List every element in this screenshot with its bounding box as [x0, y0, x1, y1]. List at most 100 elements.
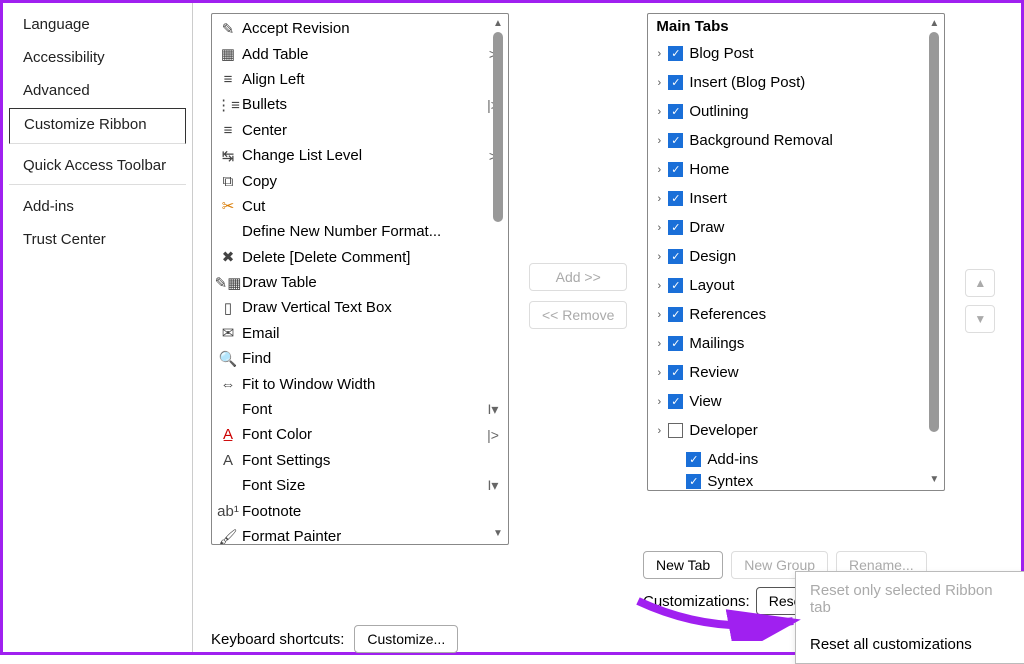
command-item[interactable]: ▦Add Table> — [212, 41, 508, 66]
checkbox[interactable]: ✓ — [668, 307, 683, 322]
vertical-textbox-icon: ▯ — [218, 298, 238, 318]
new-tab-button[interactable]: New Tab — [643, 551, 723, 579]
tab-node-blog-post[interactable]: ›✓ Blog Post — [648, 39, 944, 68]
command-item[interactable]: ✂Cut — [212, 194, 508, 219]
command-item[interactable]: ≡Align Left — [212, 67, 508, 92]
checkbox[interactable]: ✓ — [686, 452, 701, 467]
expander-icon[interactable]: › — [652, 48, 666, 60]
scroll-up-icon[interactable]: ▲ — [492, 18, 504, 30]
checkbox[interactable]: ✓ — [668, 104, 683, 119]
draw-table-icon: ✎▦ — [218, 273, 238, 293]
customize-shortcuts-button[interactable]: Customize... — [354, 625, 458, 653]
checkbox[interactable]: ✓ — [686, 474, 701, 489]
expander-icon[interactable]: › — [652, 367, 666, 379]
tab-node-references[interactable]: ›✓References — [648, 300, 944, 329]
remove-button[interactable]: << Remove — [529, 301, 627, 329]
checkbox[interactable]: ✓ — [668, 278, 683, 293]
commands-scrollbar[interactable]: ▲ ▼ — [492, 18, 504, 540]
sidebar-item-customize-ribbon[interactable]: Customize Ribbon — [9, 108, 186, 144]
command-item[interactable]: ✉Email — [212, 321, 508, 346]
tab-node-home[interactable]: ›✓Home — [648, 155, 944, 184]
tab-node-insert-blog-post-[interactable]: ›✓Insert (Blog Post) — [648, 68, 944, 97]
expander-icon[interactable]: › — [652, 309, 666, 321]
scroll-thumb[interactable] — [493, 32, 503, 222]
tab-node-outlining[interactable]: ›✓Outlining — [648, 97, 944, 126]
checkbox[interactable]: ✓ — [668, 249, 683, 264]
expander-icon[interactable]: › — [652, 280, 666, 292]
expander-icon[interactable]: › — [652, 164, 666, 176]
scroll-up-icon[interactable]: ▲ — [928, 18, 940, 30]
tab-node-mailings[interactable]: ›✓Mailings — [648, 329, 944, 358]
command-item[interactable]: 🔍Find — [212, 346, 508, 371]
command-item[interactable]: ⧉Copy — [212, 168, 508, 193]
command-item[interactable]: ab¹Footnote — [212, 498, 508, 523]
tab-node-syntex[interactable]: ✓Syntex — [648, 474, 944, 488]
tab-node-add-ins[interactable]: ✓Add-ins — [648, 445, 944, 474]
tab-label: Background Removal — [689, 132, 832, 149]
command-item[interactable]: ✖Delete [Delete Comment] — [212, 245, 508, 270]
command-item[interactable]: ≡Center — [212, 118, 508, 143]
move-up-button[interactable]: ▲ — [965, 269, 995, 297]
expander-icon[interactable]: › — [652, 425, 666, 437]
tab-node-layout[interactable]: ›✓Layout — [648, 271, 944, 300]
tab-node-review[interactable]: ›✓Review — [648, 358, 944, 387]
commands-listbox[interactable]: ✎Accept Revision▦Add Table>≡Align Left⋮≡… — [211, 13, 509, 545]
checkbox[interactable]: ✓ — [668, 394, 683, 409]
command-item[interactable]: ↹Change List Level> — [212, 143, 508, 168]
tab-label: Blog Post — [689, 45, 753, 62]
expander-icon[interactable]: › — [652, 193, 666, 205]
sidebar-item-advanced[interactable]: Advanced — [9, 75, 186, 106]
command-item[interactable]: FontI▾ — [212, 397, 508, 422]
main-tabs-listbox[interactable]: Main Tabs ›✓Blog Post›✓Insert (Blog Post… — [647, 13, 945, 491]
scroll-thumb[interactable] — [929, 32, 939, 432]
checkbox[interactable]: ✓ — [668, 365, 683, 380]
command-item[interactable]: AFont Settings — [212, 448, 508, 473]
checkbox[interactable]: ✓ — [668, 336, 683, 351]
checkbox[interactable]: ✓ — [668, 133, 683, 148]
checkbox[interactable] — [668, 423, 683, 438]
sidebar-item-language[interactable]: Language — [9, 9, 186, 40]
sidebar-item-accessibility[interactable]: Accessibility — [9, 42, 186, 73]
add-button[interactable]: Add >> — [529, 263, 627, 291]
command-item[interactable]: Define New Number Format... — [212, 219, 508, 244]
command-item[interactable]: ▯Draw Vertical Text Box — [212, 295, 508, 320]
expander-icon[interactable]: › — [652, 222, 666, 234]
customizations-label: Customizations: — [643, 593, 750, 610]
command-item[interactable]: ✎▦Draw Table — [212, 270, 508, 295]
tab-node-view[interactable]: ›✓View — [648, 387, 944, 416]
command-item[interactable]: A̲Font Color|> — [212, 422, 508, 447]
command-item[interactable]: ⋮≡Bullets|> — [212, 92, 508, 117]
scroll-down-icon[interactable]: ▼ — [492, 528, 504, 540]
move-down-button[interactable]: ▼ — [965, 305, 995, 333]
sidebar-item-add-ins[interactable]: Add-ins — [9, 191, 186, 222]
command-item[interactable]: ⇔Fit to Window Width — [212, 371, 508, 396]
scroll-down-icon[interactable]: ▼ — [928, 474, 940, 486]
command-label: Copy — [242, 173, 508, 190]
tabs-scrollbar[interactable]: ▲ ▼ — [928, 18, 940, 486]
tab-node-draw[interactable]: ›✓Draw — [648, 213, 944, 242]
bullets-icon: ⋮≡ — [218, 95, 238, 115]
reset-all-customizations-item[interactable]: Reset all customizations — [796, 626, 1024, 663]
tab-node-developer[interactable]: ›Developer — [648, 416, 944, 445]
checkbox[interactable]: ✓ — [668, 75, 683, 90]
checkbox[interactable]: ✓ — [668, 191, 683, 206]
tab-node-background-removal[interactable]: ›✓ Background Removal — [648, 126, 944, 155]
command-item[interactable]: Font SizeI▾ — [212, 473, 508, 498]
sidebar-item-quick-access-toolbar[interactable]: Quick Access Toolbar — [9, 150, 186, 185]
tab-node-insert[interactable]: ›✓Insert — [648, 184, 944, 213]
expander-icon[interactable]: › — [652, 77, 666, 89]
expander-icon[interactable]: › — [652, 106, 666, 118]
tab-node-design[interactable]: ›✓Design — [648, 242, 944, 271]
command-label: Footnote — [242, 503, 508, 520]
checkbox[interactable]: ✓ — [668, 220, 683, 235]
expander-icon[interactable]: › — [652, 396, 666, 408]
checkbox[interactable]: ✓ — [668, 46, 683, 61]
expander-icon[interactable]: › — [652, 251, 666, 263]
font-settings-icon: A — [218, 450, 238, 470]
sidebar-item-trust-center[interactable]: Trust Center — [9, 224, 186, 255]
command-item[interactable]: 🖌Format Painter — [212, 524, 508, 545]
expander-icon[interactable]: › — [652, 135, 666, 147]
checkbox[interactable]: ✓ — [668, 162, 683, 177]
expander-icon[interactable]: › — [652, 338, 666, 350]
command-item[interactable]: ✎Accept Revision — [212, 16, 508, 41]
